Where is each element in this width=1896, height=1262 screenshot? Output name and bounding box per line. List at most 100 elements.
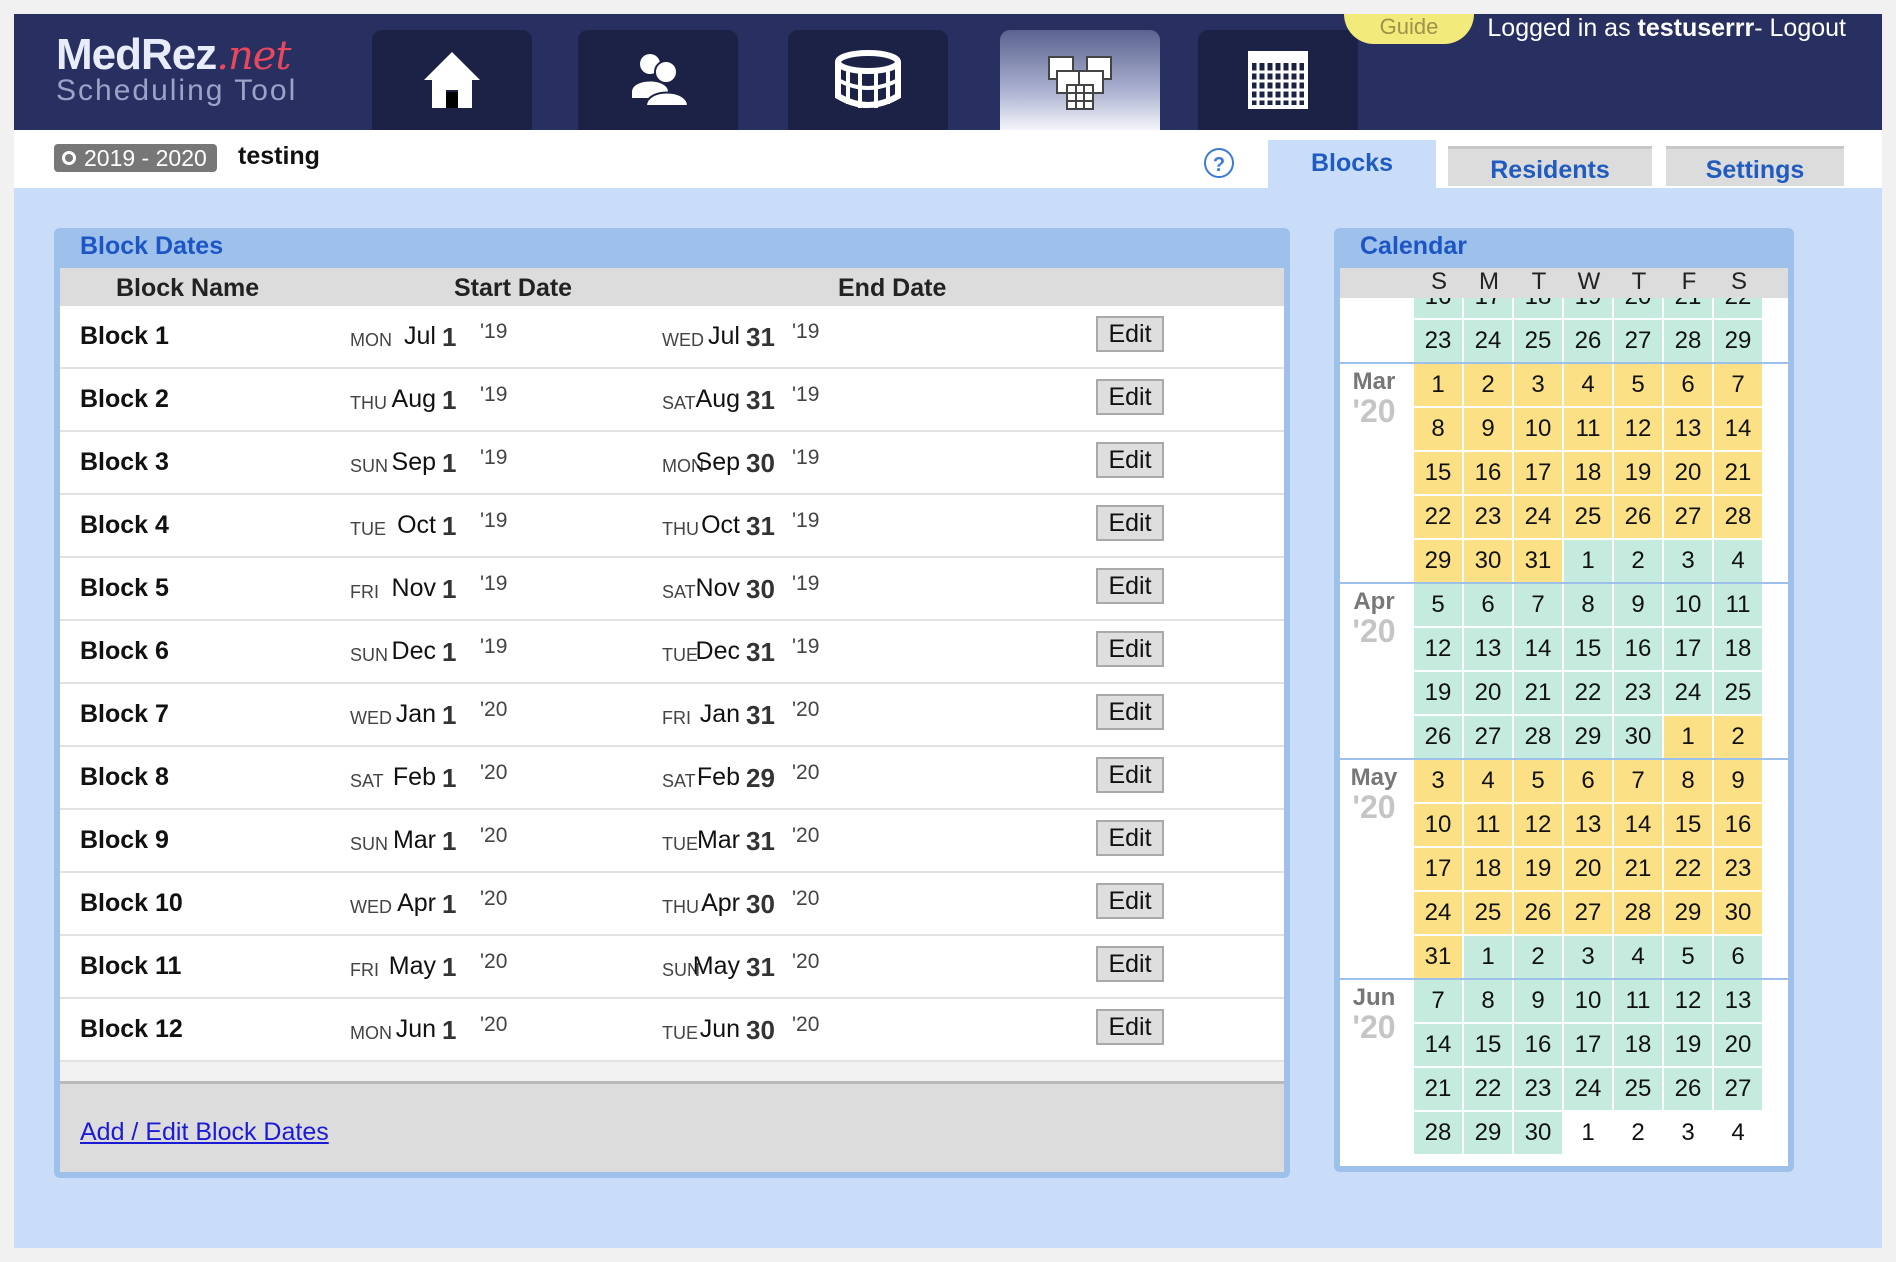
calendar-day[interactable]: 2	[1464, 364, 1512, 406]
calendar-day[interactable]: 1	[1664, 716, 1712, 758]
calendar-day[interactable]: 10	[1414, 804, 1462, 846]
logout-link[interactable]: - Logout	[1754, 14, 1846, 42]
calendar-day[interactable]: 29	[1414, 540, 1462, 582]
calendar-day[interactable]: 9	[1464, 408, 1512, 450]
calendar-day[interactable]: 28	[1664, 320, 1712, 362]
calendar-day[interactable]: 13	[1714, 980, 1762, 1022]
calendar-day[interactable]: 7	[1714, 364, 1762, 406]
calendar-day[interactable]: 3	[1664, 1112, 1712, 1154]
calendar-day[interactable]: 26	[1614, 496, 1662, 538]
calendar-day[interactable]: 7	[1514, 584, 1562, 626]
calendar-day[interactable]: 20	[1564, 848, 1612, 890]
calendar-day[interactable]: 17	[1664, 628, 1712, 670]
calendar-day[interactable]: 21	[1514, 672, 1562, 714]
calendar-day[interactable]: 15	[1664, 804, 1712, 846]
calendar-day[interactable]: 4	[1714, 1112, 1762, 1154]
calendar-day[interactable]: 28	[1714, 496, 1762, 538]
calendar-day[interactable]: 15	[1414, 452, 1462, 494]
tab-blocks[interactable]: Blocks	[1268, 140, 1436, 188]
calendar-day[interactable]: 23	[1714, 848, 1762, 890]
calendar-day[interactable]: 17	[1564, 1024, 1612, 1066]
calendar-day[interactable]: 29	[1664, 892, 1712, 934]
calendar-day[interactable]: 6	[1714, 936, 1762, 978]
calendar-day[interactable]: 21	[1614, 848, 1662, 890]
tab-residents[interactable]: Residents	[1448, 146, 1652, 186]
calendar-day[interactable]: 30	[1514, 1112, 1562, 1154]
calendar-day[interactable]: 25	[1514, 320, 1562, 362]
calendar-day[interactable]: 22	[1414, 496, 1462, 538]
nav-residents-tab[interactable]	[578, 30, 738, 130]
calendar-day[interactable]: 23	[1614, 672, 1662, 714]
calendar-day[interactable]: 4	[1714, 540, 1762, 582]
calendar-day[interactable]: 23	[1514, 1068, 1562, 1110]
calendar-day[interactable]: 21	[1414, 1068, 1462, 1110]
calendar-day[interactable]: 27	[1564, 892, 1612, 934]
calendar-day[interactable]: 14	[1614, 804, 1662, 846]
calendar-day[interactable]: 1	[1464, 936, 1512, 978]
calendar-day[interactable]: 5	[1514, 760, 1562, 802]
calendar-day[interactable]: 17	[1514, 452, 1562, 494]
calendar-day[interactable]: 25	[1614, 1068, 1662, 1110]
calendar-day[interactable]: 25	[1714, 672, 1762, 714]
calendar-day[interactable]: 11	[1614, 980, 1662, 1022]
calendar-day[interactable]: 6	[1464, 584, 1512, 626]
nav-home-tab[interactable]	[372, 30, 532, 130]
edit-button[interactable]: Edit	[1096, 757, 1164, 793]
calendar-day[interactable]: 23	[1414, 320, 1462, 362]
calendar-day[interactable]: 19	[1664, 1024, 1712, 1066]
add-edit-block-dates-link[interactable]: Add / Edit Block Dates	[80, 1118, 329, 1147]
calendar-day[interactable]: 26	[1664, 1068, 1712, 1110]
calendar-day[interactable]: 8	[1664, 760, 1712, 802]
calendar-day[interactable]: 13	[1464, 628, 1512, 670]
calendar-day[interactable]: 18	[1714, 628, 1762, 670]
edit-button[interactable]: Edit	[1096, 1009, 1164, 1045]
calendar-day[interactable]: 11	[1564, 408, 1612, 450]
calendar-day[interactable]: 31	[1514, 540, 1562, 582]
calendar-day[interactable]: 27	[1464, 716, 1512, 758]
calendar-day[interactable]: 5	[1414, 584, 1462, 626]
calendar-day[interactable]: 19	[1514, 848, 1562, 890]
calendar-day[interactable]: 10	[1664, 584, 1712, 626]
calendar-day[interactable]: 18	[1564, 452, 1612, 494]
calendar-day[interactable]: 20	[1464, 672, 1512, 714]
calendar-day[interactable]: 28	[1614, 892, 1662, 934]
edit-button[interactable]: Edit	[1096, 316, 1164, 352]
calendar-day[interactable]: 12	[1664, 980, 1712, 1022]
calendar-day[interactable]: 27	[1714, 1068, 1762, 1110]
edit-button[interactable]: Edit	[1096, 379, 1164, 415]
calendar-day[interactable]: 17	[1414, 848, 1462, 890]
nav-rotations-tab[interactable]	[788, 30, 948, 130]
calendar-day[interactable]: 25	[1464, 892, 1512, 934]
calendar-day[interactable]: 18	[1464, 848, 1512, 890]
edit-button[interactable]: Edit	[1096, 883, 1164, 919]
calendar-day[interactable]: 13	[1664, 408, 1712, 450]
calendar-day[interactable]: 8	[1564, 584, 1612, 626]
edit-button[interactable]: Edit	[1096, 505, 1164, 541]
calendar-day[interactable]: 15	[1564, 628, 1612, 670]
guide-button[interactable]: Guide	[1344, 14, 1474, 44]
calendar-day[interactable]: 27	[1664, 496, 1712, 538]
edit-button[interactable]: Edit	[1096, 946, 1164, 982]
calendar-day[interactable]: 13	[1564, 804, 1612, 846]
edit-button[interactable]: Edit	[1096, 820, 1164, 856]
calendar-day[interactable]: 2	[1514, 936, 1562, 978]
calendar-day[interactable]: 16	[1464, 452, 1512, 494]
tab-settings[interactable]: Settings	[1666, 146, 1844, 186]
calendar-day[interactable]: 4	[1464, 760, 1512, 802]
calendar-day[interactable]: 12	[1414, 628, 1462, 670]
calendar-day[interactable]: 12	[1514, 804, 1562, 846]
calendar-day[interactable]: 30	[1614, 716, 1662, 758]
calendar-day[interactable]: 9	[1514, 980, 1562, 1022]
calendar-day[interactable]: 16	[1714, 804, 1762, 846]
calendar-day[interactable]: 20	[1664, 452, 1712, 494]
edit-button[interactable]: Edit	[1096, 568, 1164, 604]
calendar-day[interactable]: 3	[1664, 540, 1712, 582]
calendar-day[interactable]: 2	[1714, 716, 1762, 758]
calendar-day[interactable]: 31	[1414, 936, 1462, 978]
logo[interactable]: MedRez.net	[56, 30, 291, 80]
calendar-day[interactable]: 12	[1614, 408, 1662, 450]
calendar-day[interactable]: 19	[1614, 452, 1662, 494]
calendar-day[interactable]: 4	[1564, 364, 1612, 406]
calendar-day[interactable]: 6	[1664, 364, 1712, 406]
calendar-day[interactable]: 5	[1664, 936, 1712, 978]
